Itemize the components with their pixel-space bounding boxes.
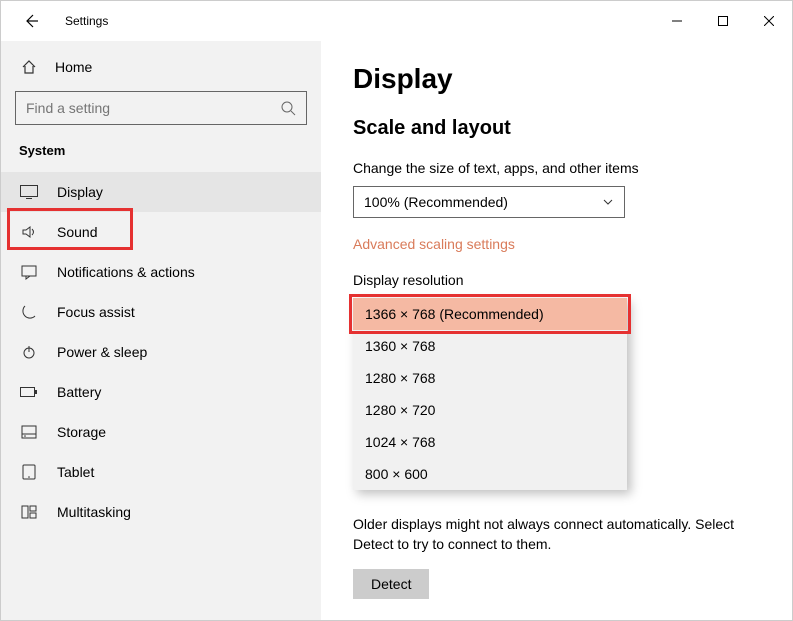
sidebar-item-label: Sound (57, 224, 97, 240)
scale-label: Change the size of text, apps, and other… (353, 160, 762, 176)
notifications-icon (19, 264, 39, 280)
resolution-option[interactable]: 1366 × 768 (Recommended) (353, 298, 627, 330)
resolution-option[interactable]: 1280 × 720 (353, 394, 627, 426)
close-button[interactable] (746, 5, 792, 37)
focus-assist-icon (19, 304, 39, 320)
resolution-option[interactable]: 1360 × 768 (353, 330, 627, 362)
detect-button[interactable]: Detect (353, 569, 429, 599)
sidebar-item-label: Battery (57, 384, 101, 400)
sidebar-item-label: Multitasking (57, 504, 131, 520)
home-label: Home (55, 59, 92, 75)
sidebar-item-tablet[interactable]: Tablet (1, 452, 321, 492)
search-icon (280, 100, 296, 116)
search-input[interactable] (26, 100, 280, 116)
chevron-down-icon (602, 196, 614, 208)
advanced-scaling-link[interactable]: Advanced scaling settings (353, 236, 515, 252)
window-title: Settings (65, 14, 108, 28)
power-icon (19, 344, 39, 360)
resolution-option[interactable]: 1280 × 768 (353, 362, 627, 394)
multitasking-icon (19, 505, 39, 519)
resolution-dropdown-open[interactable]: 1366 × 768 (Recommended) 1360 × 768 1280… (353, 298, 627, 490)
section-scale-layout: Scale and layout (353, 117, 762, 140)
search-input-wrap[interactable] (15, 91, 307, 125)
page-title: Display (353, 63, 762, 95)
resolution-option[interactable]: 800 × 600 (353, 458, 627, 490)
minimize-icon (672, 16, 682, 26)
sidebar-item-storage[interactable]: Storage (1, 412, 321, 452)
sidebar-item-label: Power & sleep (57, 344, 147, 360)
sidebar-item-display[interactable]: Display (1, 172, 321, 212)
home-icon (19, 59, 39, 75)
close-icon (764, 16, 774, 26)
arrow-left-icon (23, 13, 39, 29)
battery-icon (19, 386, 39, 398)
sidebar-home[interactable]: Home (1, 49, 321, 85)
maximize-icon (718, 16, 728, 26)
sidebar-group-system: System (1, 139, 321, 172)
sidebar-item-label: Notifications & actions (57, 264, 195, 280)
sidebar-item-multitasking[interactable]: Multitasking (1, 492, 321, 532)
display-icon (19, 185, 39, 199)
sidebar-item-sound[interactable]: Sound (1, 212, 321, 252)
detect-description: Older displays might not always connect … (353, 514, 762, 555)
sidebar: Home System Display Sound Notifications … (1, 41, 321, 620)
sound-icon (19, 224, 39, 240)
titlebar: Settings (1, 1, 792, 41)
storage-icon (19, 425, 39, 439)
sidebar-item-label: Storage (57, 424, 106, 440)
sidebar-item-label: Focus assist (57, 304, 135, 320)
sidebar-item-focus-assist[interactable]: Focus assist (1, 292, 321, 332)
resolution-label: Display resolution (353, 272, 762, 288)
main-content: Display Scale and layout Change the size… (321, 41, 792, 620)
tablet-icon (19, 464, 39, 480)
window-controls (654, 5, 792, 37)
minimize-button[interactable] (654, 5, 700, 37)
resolution-option[interactable]: 1024 × 768 (353, 426, 627, 458)
back-button[interactable] (19, 9, 43, 33)
scale-dropdown[interactable]: 100% (Recommended) (353, 186, 625, 218)
maximize-button[interactable] (700, 5, 746, 37)
sidebar-item-battery[interactable]: Battery (1, 372, 321, 412)
sidebar-item-label: Display (57, 184, 103, 200)
sidebar-item-notifications[interactable]: Notifications & actions (1, 252, 321, 292)
sidebar-item-power-sleep[interactable]: Power & sleep (1, 332, 321, 372)
sidebar-item-label: Tablet (57, 464, 94, 480)
scale-value: 100% (Recommended) (364, 194, 508, 210)
